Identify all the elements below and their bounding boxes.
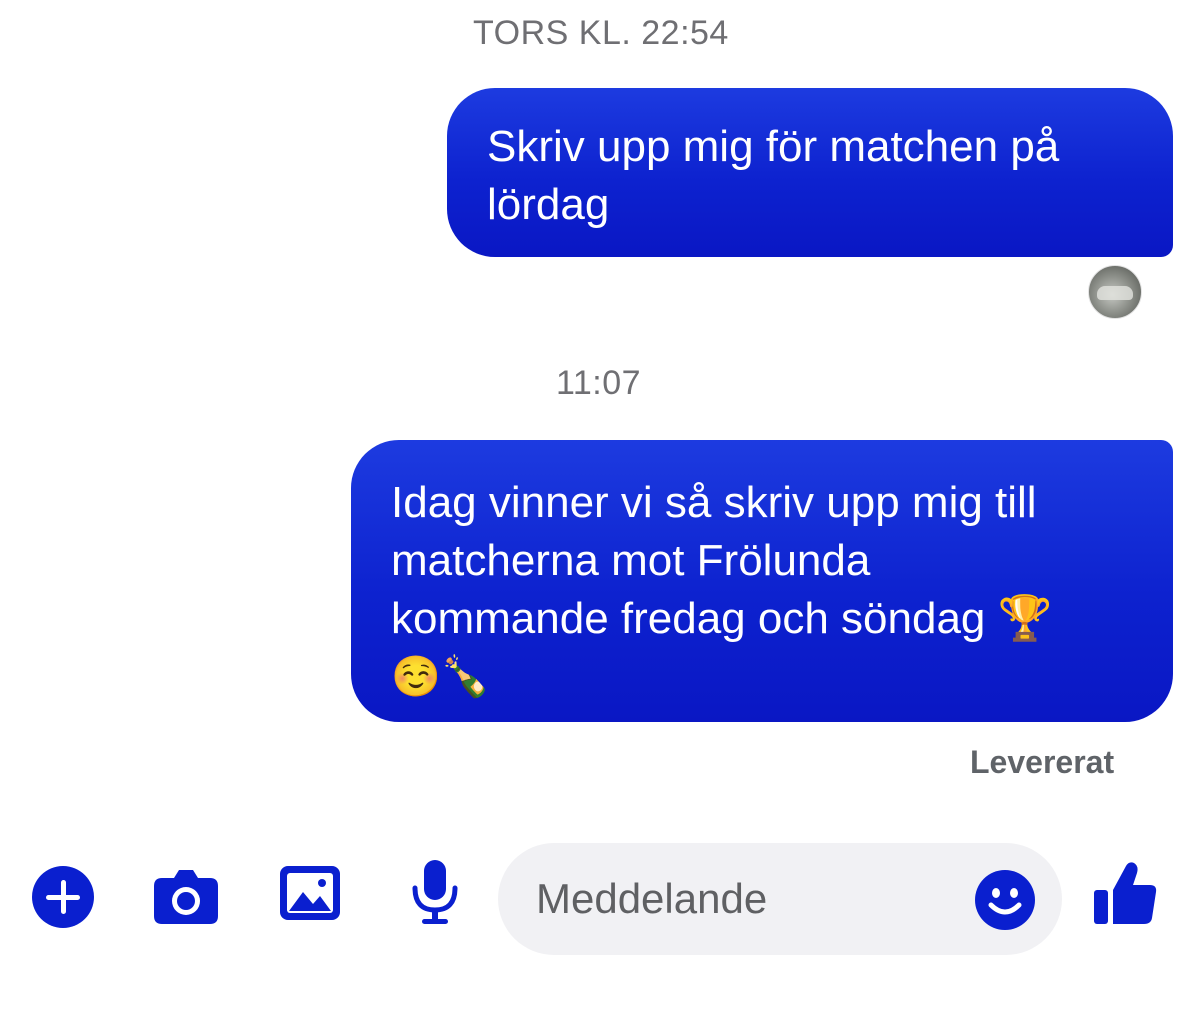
seen-avatar xyxy=(1088,265,1142,319)
message-line: matcherna mot Frölunda xyxy=(391,536,871,585)
timestamp: 11:07 xyxy=(556,364,642,402)
plus-icon[interactable] xyxy=(30,864,96,930)
message-line: Skriv upp mig för matchen på xyxy=(487,122,1060,171)
message-line: lördag xyxy=(487,180,610,229)
smiley-icon[interactable] xyxy=(974,869,1036,931)
message-line: ☺️🍾 xyxy=(391,654,491,700)
thumbs-up-icon[interactable] xyxy=(1092,860,1158,928)
message-line: kommande fredag och söndag 🏆 xyxy=(391,594,1053,643)
message-field[interactable] xyxy=(498,843,1062,955)
camera-icon[interactable] xyxy=(152,866,220,926)
sent-message-bubble[interactable]: Skriv upp mig för matchen på lördag xyxy=(447,88,1173,257)
gallery-icon[interactable] xyxy=(278,864,342,922)
sent-message-bubble[interactable]: Idag vinner vi så skriv upp mig till mat… xyxy=(351,440,1173,722)
message-input[interactable] xyxy=(536,873,956,925)
message-line: Idag vinner vi så skriv upp mig till xyxy=(391,478,1037,527)
messenger-chat-screen: TORS KL. 22:54 Skriv upp mig för matchen… xyxy=(0,0,1200,1016)
delivery-status: Levererat xyxy=(970,744,1115,780)
microphone-icon[interactable] xyxy=(410,858,460,926)
timestamp: TORS KL. 22:54 xyxy=(473,14,729,52)
